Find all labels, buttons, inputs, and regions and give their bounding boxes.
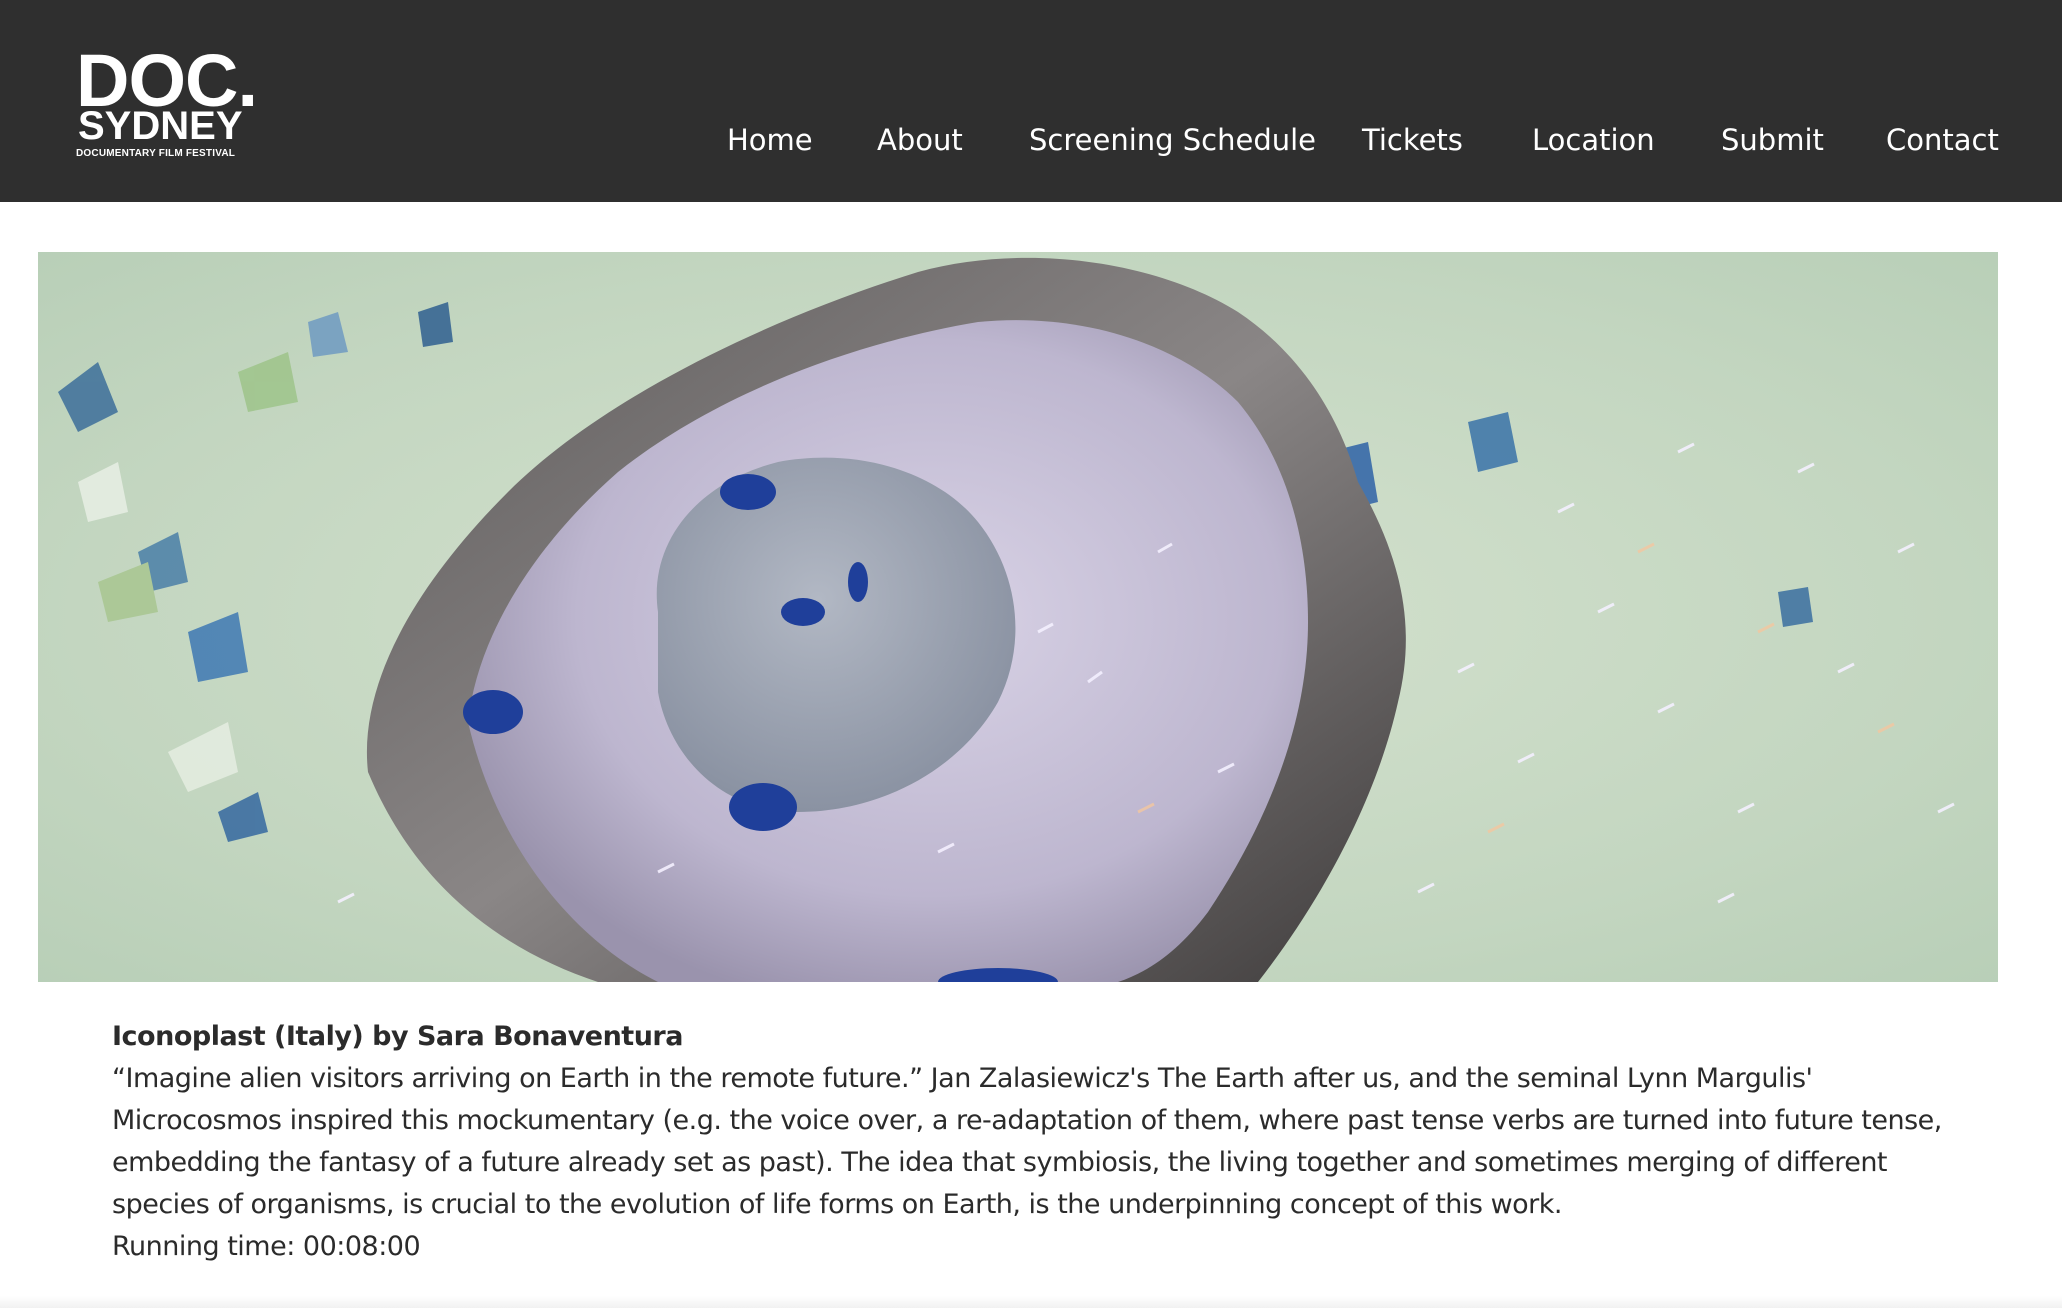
film-still-image [38, 252, 1998, 982]
nav-item-submit[interactable]: Submit [1721, 118, 1824, 162]
main-nav: Home About Screening Schedule Tickets Lo… [0, 118, 2062, 162]
nav-item-screening-schedule[interactable]: Screening Schedule [1029, 118, 1316, 162]
site-header: DOC. SYDNEY DOCUMENTARY FILM FESTIVAL Ho… [0, 0, 2062, 202]
nav-item-contact[interactable]: Contact [1886, 118, 1999, 162]
film-title: Iconoplast (Italy) by Sara Bonaventura [112, 1021, 683, 1052]
nav-item-tickets[interactable]: Tickets [1362, 118, 1463, 162]
description-line: Microcosmos inspired this mockumentary (… [112, 1105, 1942, 1136]
description-line: embedding the fantasy of a future alread… [112, 1147, 1888, 1178]
page-bottom-divider [0, 1296, 2062, 1308]
nav-item-home[interactable]: Home [727, 118, 813, 162]
nav-item-about[interactable]: About [877, 118, 963, 162]
description-line: “Imagine alien visitors arriving on Eart… [112, 1063, 1813, 1094]
description-line: species of organisms, is crucial to the … [112, 1189, 1563, 1220]
nav-item-location[interactable]: Location [1532, 118, 1655, 162]
film-description: “Imagine alien visitors arriving on Eart… [112, 1058, 2012, 1226]
running-time: Running time: 00:08:00 [112, 1231, 421, 1262]
film-info: Iconoplast (Italy) by Sara Bonaventura “… [112, 1016, 2012, 1268]
